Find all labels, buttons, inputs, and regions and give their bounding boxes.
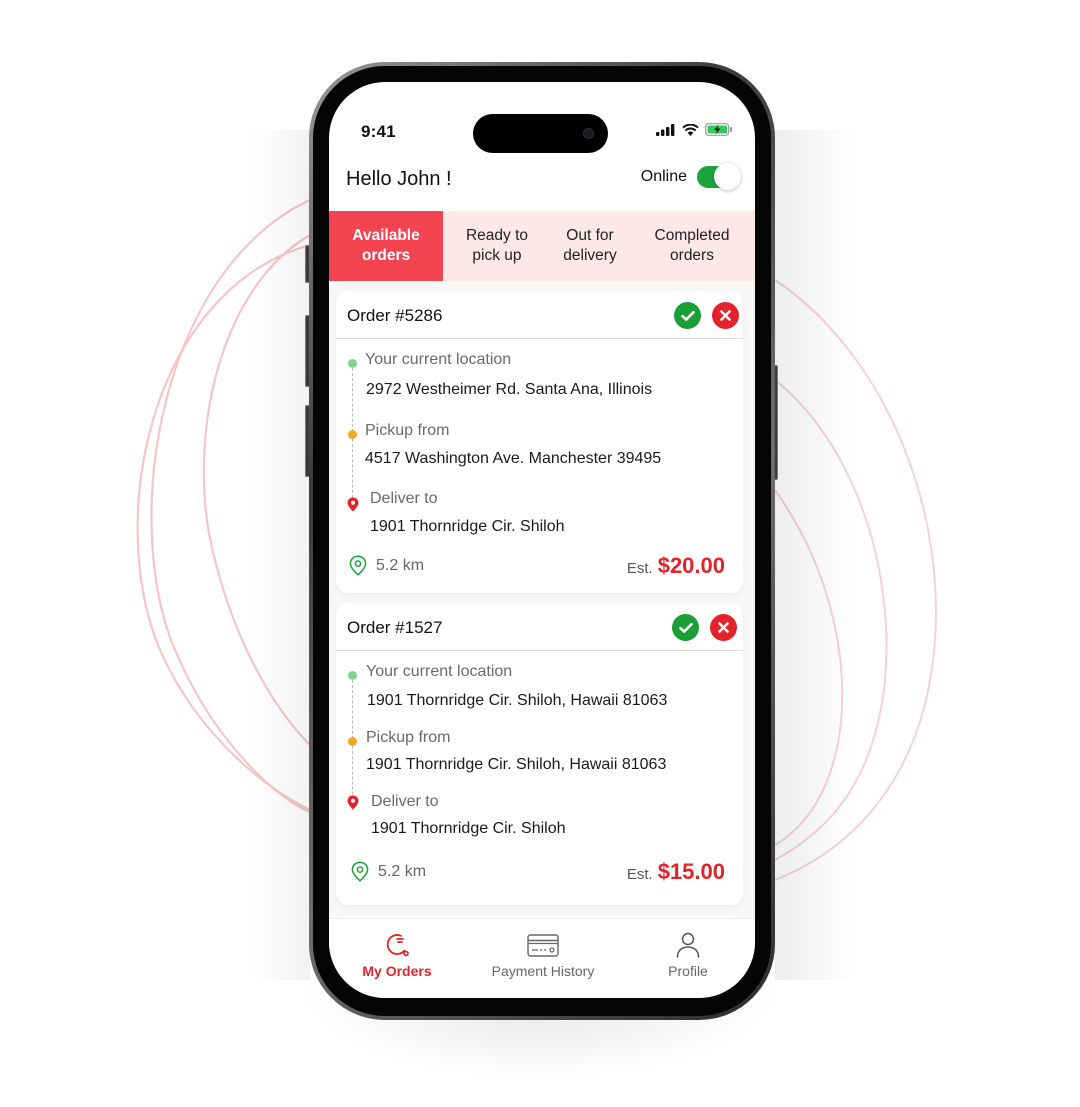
pickup-label: Pickup from — [365, 422, 450, 439]
pickup-dot — [348, 737, 357, 746]
order-card[interactable]: Order #5286 Your current location 2972 W… — [336, 291, 743, 593]
estimated-price: Est. $15.00 — [627, 859, 725, 885]
pickup-label: Pickup from — [366, 729, 451, 746]
nav-my-orders[interactable]: My Orders — [329, 919, 465, 998]
tab-label: pick up — [472, 247, 522, 264]
signal-icon — [656, 123, 675, 136]
est-label: Est. — [626, 560, 653, 577]
pickup-address: 4517 Washington Ave. Manchester 39495 — [365, 450, 662, 467]
nav-label: Payment History — [491, 963, 595, 979]
tab-label: orders — [361, 247, 411, 264]
phone-bezel: 9:41 Hello John ! Online Available order… — [313, 66, 771, 1016]
phone-side-shade — [250, 130, 310, 980]
location-icon — [349, 555, 367, 576]
phone-side-shade — [775, 130, 855, 980]
nav-profile[interactable]: Profile — [621, 919, 755, 998]
current-location-address: 2972 Westheimer Rd. Santa Ana, Illinois — [366, 381, 653, 398]
current-location-address: 1901 Thornridge Cir. Shiloh, Hawaii 8106… — [367, 692, 668, 709]
app-screen: 9:41 Hello John ! Online Available order… — [329, 82, 755, 998]
deliver-label: Deliver to — [371, 793, 439, 810]
location-icon — [351, 861, 369, 882]
wifi-icon — [682, 123, 699, 136]
accept-order-button[interactable] — [674, 302, 701, 329]
status-time: 9:41 — [361, 122, 396, 141]
deliver-pin-icon — [347, 497, 359, 512]
nav-label: My Orders — [362, 963, 432, 979]
phone-frame: 9:41 Hello John ! Online Available order… — [309, 62, 775, 1020]
order-card-header: Order #5286 — [336, 291, 743, 339]
order-card[interactable]: Order #1527 Your current location 1901 T… — [336, 603, 743, 905]
tab-ready-to-pick-up[interactable]: Ready to pick up — [443, 211, 551, 281]
tab-label: Completed — [654, 227, 730, 244]
dynamic-island — [473, 114, 608, 153]
orders-list[interactable]: Order #5286 Your current location 2972 W… — [329, 281, 755, 941]
tab-completed-orders[interactable]: Completed orders — [629, 211, 755, 281]
distance: 5.2 km — [376, 557, 425, 574]
order-card-footer: 5.2 km Est. $15.00 — [336, 859, 743, 889]
camera-icon — [583, 128, 594, 139]
accept-order-button[interactable] — [672, 614, 699, 641]
reject-order-button[interactable] — [710, 614, 737, 641]
deliver-address: 1901 Thornridge Cir. Shiloh — [370, 518, 565, 535]
pickup-dot — [348, 430, 357, 439]
close-icon — [720, 310, 731, 321]
toggle-knob — [714, 163, 741, 190]
current-location-dot — [348, 671, 357, 680]
close-icon — [718, 622, 729, 633]
tab-out-for-delivery[interactable]: Out for delivery — [551, 211, 629, 281]
order-tabs: Available orders Ready to pick up Out for d… — [329, 211, 755, 281]
nav-payment-history[interactable]: Payment History — [465, 919, 621, 998]
pickup-address: 1901 Thornridge Cir. Shiloh, Hawaii 8106… — [366, 756, 667, 773]
online-status: Online — [640, 163, 741, 190]
distance: 5.2 km — [378, 863, 427, 880]
deliver-pin-icon — [347, 795, 359, 810]
tab-label: Ready to — [465, 227, 529, 244]
reject-order-button[interactable] — [712, 302, 739, 329]
tab-available-orders[interactable]: Available orders — [329, 211, 443, 281]
current-location-dot — [348, 359, 357, 368]
greeting-title: Hello John ! — [346, 168, 452, 190]
price: $15.00 — [657, 859, 725, 884]
est-label: Est. — [626, 866, 653, 883]
credit-card-icon — [527, 934, 559, 957]
header: Hello John ! Online — [329, 162, 755, 212]
check-icon — [678, 622, 693, 633]
battery-charging-icon — [705, 123, 732, 136]
user-icon — [676, 932, 700, 958]
current-location-label: Your current location — [365, 351, 512, 368]
bottom-navigation: My Orders Payment History Profile — [329, 918, 755, 998]
orders-icon — [386, 934, 409, 957]
nav-label: Profile — [668, 963, 708, 979]
online-toggle[interactable] — [697, 163, 741, 190]
tab-label: Out for — [566, 227, 614, 244]
status-icons — [656, 123, 733, 136]
price: $20.00 — [657, 553, 725, 578]
status-bar: 9:41 — [329, 82, 755, 153]
tab-label: orders — [670, 247, 714, 264]
order-card-footer: 5.2 km Est. $20.00 — [336, 553, 743, 583]
tab-label: delivery — [563, 247, 617, 264]
order-card-header: Order #1527 — [336, 603, 743, 651]
deliver-label: Deliver to — [370, 490, 438, 507]
deliver-address: 1901 Thornridge Cir. Shiloh — [371, 820, 566, 837]
current-location-label: Your current location — [366, 663, 513, 680]
order-number: Order #5286 — [347, 306, 443, 325]
estimated-price: Est. $20.00 — [627, 553, 725, 579]
order-number: Order #1527 — [347, 618, 443, 637]
online-label: Online — [640, 168, 687, 185]
tab-label: Available — [352, 227, 420, 244]
check-icon — [680, 310, 695, 321]
